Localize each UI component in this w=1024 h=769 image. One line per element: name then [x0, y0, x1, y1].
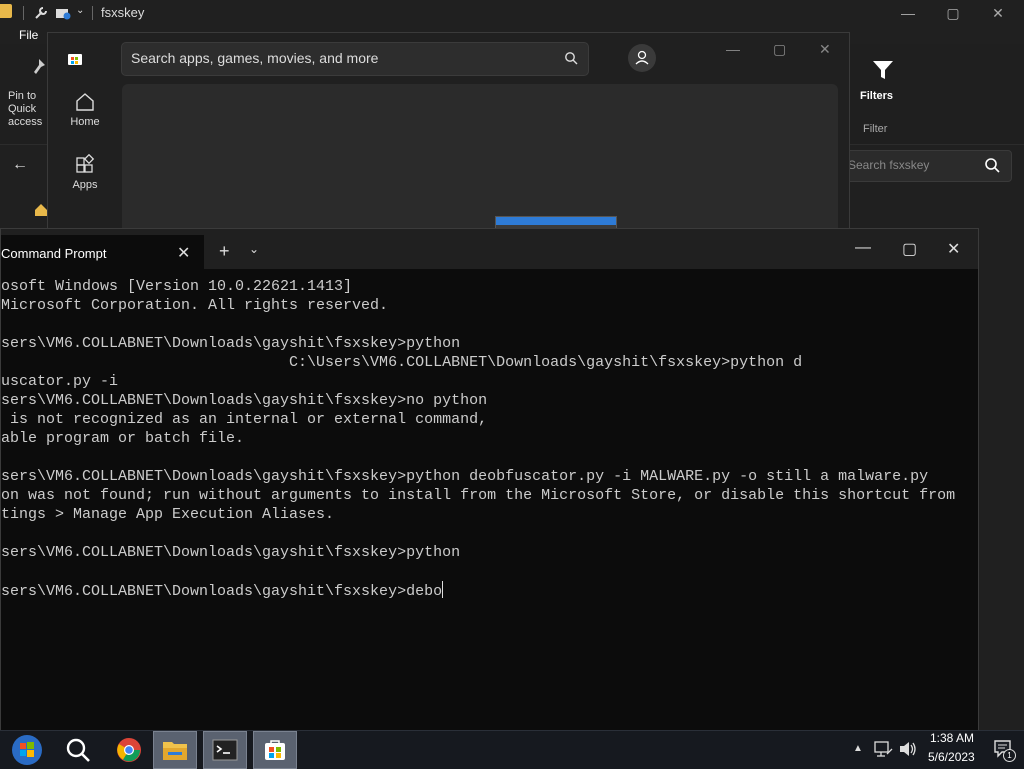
illustration-titlebar [496, 217, 616, 225]
new-folder-icon[interactable] [55, 5, 71, 21]
window-title: fsxskey [101, 5, 145, 20]
store-search-placeholder: Search apps, games, movies, and more [131, 50, 379, 66]
start-button[interactable] [5, 731, 49, 769]
menu-file[interactable]: File [19, 28, 38, 42]
terminal-line: osoft Windows [Version 10.0.22621.1413] [1, 278, 353, 295]
tab-title: Command Prompt [1, 246, 107, 261]
divider [23, 6, 24, 20]
close-icon[interactable]: ✕ [947, 239, 960, 259]
taskbar-chrome[interactable] [107, 731, 151, 769]
search-icon [66, 738, 90, 762]
tab-command-prompt[interactable]: Command Prompt ✕ [1, 235, 204, 269]
store-nav-home-label: Home [70, 116, 100, 128]
search-icon[interactable] [564, 51, 578, 65]
terminal-line: able program or batch file. [1, 430, 245, 447]
taskbar-file-explorer[interactable] [153, 731, 197, 769]
terminal-line: sers\VM6.COLLABNET\Downloads\gayshit\fsx… [1, 335, 461, 352]
store-logo-icon [68, 54, 82, 65]
filter-group-label: Filter [863, 123, 888, 135]
terminal-line: sers\VM6.COLLABNET\Downloads\gayshit\fsx… [1, 581, 444, 600]
terminal-line: on was not found; run without arguments … [1, 487, 956, 504]
windows-orb-icon [12, 735, 42, 765]
notification-count-badge: 1 [1003, 749, 1016, 762]
store-nav-home[interactable]: Home [62, 91, 108, 128]
new-tab-icon[interactable]: + [219, 241, 230, 262]
command-prompt-window: Command Prompt ✕ + ⌄ — ▢ ✕ osoft Windows… [0, 228, 979, 732]
minimize-icon[interactable]: — [898, 4, 918, 22]
close-icon[interactable]: ✕ [988, 4, 1008, 22]
search-icon[interactable] [984, 157, 1000, 173]
terminal-output[interactable]: osoft Windows [Version 10.0.22621.1413] M… [1, 277, 976, 727]
chrome-icon [117, 738, 141, 762]
terminal-icon [212, 739, 238, 761]
home-icon [76, 93, 94, 111]
taskbar: ▲ [0, 730, 1024, 769]
terminal-tab-bar: Command Prompt ✕ + ⌄ — ▢ ✕ [1, 229, 978, 269]
show-hidden-icons-icon[interactable]: ▲ [853, 743, 863, 754]
filter-icon[interactable] [863, 58, 903, 82]
clock-time[interactable]: 1:38 AM [930, 731, 974, 745]
taskbar-microsoft-store[interactable] [253, 731, 297, 769]
account-avatar[interactable] [628, 44, 656, 72]
terminal-line: tings > Manage App Execution Aliases. [1, 506, 335, 523]
filters-button[interactable]: Filters [860, 90, 893, 102]
back-arrow-icon[interactable]: ← [12, 156, 28, 174]
microsoft-store-window: Search apps, games, movies, and more — ▢… [47, 32, 850, 288]
notification-center-button[interactable]: 1 [993, 739, 1016, 762]
maximize-icon[interactable]: ▢ [943, 4, 963, 22]
store-nav-apps[interactable]: Apps [62, 153, 108, 191]
maximize-icon[interactable]: ▢ [773, 41, 786, 58]
wrench-icon[interactable] [33, 5, 49, 21]
explorer-titlebar: ⌄ fsxskey — ▢ ✕ [0, 0, 1024, 26]
terminal-line: sers\VM6.COLLABNET\Downloads\gayshit\fsx… [1, 392, 488, 409]
folder-icon [163, 742, 187, 760]
pin-icon[interactable] [30, 58, 48, 78]
terminal-line: sers\VM6.COLLABNET\Downloads\gayshit\fsx… [1, 468, 929, 485]
terminal-line: Microsoft Corporation. All rights reserv… [1, 297, 389, 314]
apps-icon [76, 153, 95, 173]
store-nav-apps-label: Apps [72, 179, 98, 191]
close-icon[interactable]: ✕ [819, 41, 831, 58]
taskbar-search-button[interactable] [56, 731, 100, 769]
terminal-line: uscator.py -i [1, 373, 119, 390]
chevron-down-icon[interactable]: ⌄ [249, 242, 259, 256]
chevron-down-icon[interactable]: ⌄ [76, 5, 84, 16]
pin-to-quick-access-label[interactable]: Pin to Quick access [8, 90, 48, 129]
terminal-line: C:\Users\VM6.COLLABNET\Downloads\gayshit… [1, 354, 803, 371]
explorer-search-placeholder: Search fsxskey [848, 158, 930, 172]
store-icon [265, 740, 285, 760]
taskbar-terminal[interactable] [203, 731, 247, 769]
network-icon[interactable] [873, 740, 893, 758]
home-icon[interactable] [34, 203, 48, 217]
close-tab-icon[interactable]: ✕ [177, 243, 190, 263]
terminal-line: sers\VM6.COLLABNET\Downloads\gayshit\fsx… [1, 544, 461, 561]
volume-icon[interactable] [898, 740, 918, 758]
terminal-line: is not recognized as an internal or exte… [1, 411, 488, 428]
store-content-area [122, 84, 838, 288]
clock-date[interactable]: 5/6/2023 [928, 750, 975, 764]
divider [92, 6, 93, 20]
folder-icon [0, 4, 12, 18]
maximize-icon[interactable]: ▢ [902, 239, 917, 259]
user-icon [635, 50, 649, 65]
minimize-icon[interactable]: — [726, 41, 740, 57]
text-cursor [442, 581, 444, 598]
minimize-icon[interactable]: — [855, 239, 871, 257]
